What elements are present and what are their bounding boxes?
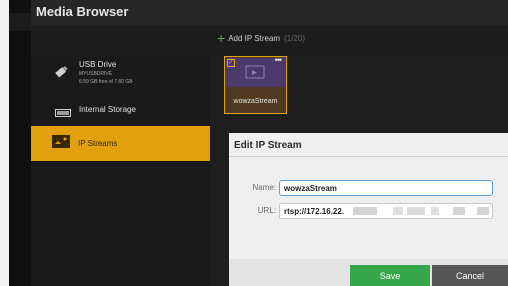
cancel-button[interactable]: Cancel: [432, 265, 508, 286]
usb-drive-id: MYUSBDRIVE: [79, 71, 113, 77]
redacted-block: [431, 207, 439, 215]
stream-placeholder-icon: [245, 65, 265, 86]
dialog-divider: [229, 156, 508, 157]
stream-count: (1/20): [284, 33, 305, 43]
save-button[interactable]: Save: [350, 265, 430, 286]
left-edge-strip: [9, 0, 31, 286]
plus-icon: +: [217, 30, 226, 46]
ip-stream-icon: [52, 135, 70, 153]
more-options-icon[interactable]: •••: [275, 55, 283, 65]
usb-drive-label: USB Drive: [79, 60, 117, 69]
redacted-block: [407, 207, 425, 215]
stream-tile[interactable]: ✓ ••• wowzaStream: [224, 55, 287, 114]
dialog-title: Edit IP Stream: [234, 140, 302, 151]
sidebar: USB Drive MYUSBDRIVE 6.59 GB free of 7.6…: [31, 56, 210, 286]
usb-drive-icon: [53, 64, 69, 85]
add-ip-stream-label: Add IP Stream: [228, 33, 281, 43]
tile-checkbox[interactable]: ✓: [227, 59, 235, 67]
toolbar: + Add IP Stream (1/20): [31, 26, 508, 56]
sidebar-item-usb-drive[interactable]: USB Drive MYUSBDRIVE 6.59 GB free of 7.6…: [31, 56, 210, 98]
edge-tab: [9, 13, 31, 31]
sidebar-item-internal-storage[interactable]: Internal Storage: [31, 98, 210, 122]
internal-storage-label: Internal Storage: [79, 105, 136, 114]
edit-ip-stream-dialog: Edit IP Stream Name: URL:: [229, 133, 508, 286]
name-input[interactable]: [279, 180, 493, 196]
usb-drive-free-space: 6.59 GB free of 7.60 GB: [79, 79, 133, 85]
url-label: URL:: [257, 206, 276, 215]
ip-streams-label: IP Streams: [78, 139, 118, 148]
title-bar: Media Browser: [31, 0, 508, 27]
redacted-block: [393, 207, 403, 215]
redacted-block: [353, 207, 377, 215]
sidebar-item-ip-streams[interactable]: IP Streams: [31, 126, 210, 161]
name-label: Name:: [252, 183, 276, 192]
app-title: Media Browser: [36, 4, 129, 19]
internal-storage-icon: [55, 105, 71, 123]
redacted-block: [453, 207, 465, 215]
stream-tile-label: wowzaStream: [233, 98, 278, 105]
redacted-block: [477, 207, 489, 215]
add-ip-stream-button[interactable]: + Add IP Stream (1/20): [217, 30, 305, 46]
